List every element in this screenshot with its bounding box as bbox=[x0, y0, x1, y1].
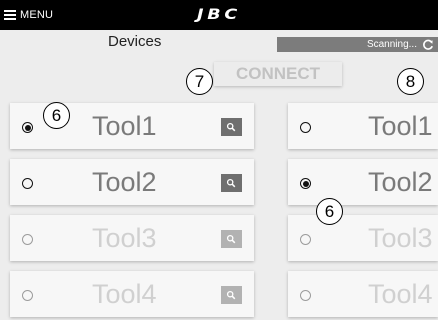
tool-name: Tool4 bbox=[368, 279, 433, 309]
tool-card-left-4[interactable]: Tool4 bbox=[10, 271, 254, 317]
tool-name: Tool3 bbox=[92, 223, 157, 253]
top-bar: MENU JBC bbox=[0, 0, 438, 30]
tool-card-right-1[interactable]: Tool1 bbox=[288, 103, 438, 149]
radio-button[interactable] bbox=[300, 122, 311, 133]
radio-button[interactable] bbox=[22, 290, 33, 301]
radio-button-selected[interactable] bbox=[300, 178, 311, 189]
tool-card-left-3[interactable]: Tool3 bbox=[10, 215, 254, 261]
search-icon bbox=[226, 290, 236, 300]
search-icon bbox=[226, 178, 236, 188]
tool-name: Tool1 bbox=[92, 111, 157, 141]
callout-number: 6 bbox=[316, 198, 343, 225]
scanning-status-text: Scanning... bbox=[366, 39, 417, 50]
connect-button[interactable]: CONNECT bbox=[214, 62, 342, 86]
tool-card-right-4[interactable]: Tool4 bbox=[288, 271, 438, 317]
tool-card-right-2[interactable]: Tool2 bbox=[288, 159, 438, 205]
tool-name: Tool2 bbox=[368, 167, 433, 197]
callout-number: 8 bbox=[397, 68, 424, 95]
search-button[interactable] bbox=[221, 118, 242, 136]
radio-button-selected[interactable] bbox=[22, 122, 33, 133]
search-button[interactable] bbox=[221, 174, 242, 192]
search-button[interactable] bbox=[221, 286, 242, 304]
jbc-logo: JBC bbox=[197, 7, 241, 23]
tool-name: Tool1 bbox=[368, 111, 433, 141]
tool-name: Tool2 bbox=[92, 167, 157, 197]
radio-button[interactable] bbox=[300, 290, 311, 301]
tool-name: Tool3 bbox=[368, 223, 433, 253]
tool-card-right-3[interactable]: Tool3 bbox=[288, 215, 438, 261]
search-icon bbox=[226, 122, 236, 132]
refresh-icon[interactable] bbox=[422, 39, 434, 51]
search-button[interactable] bbox=[221, 230, 242, 248]
devices-title: Devices bbox=[108, 33, 162, 50]
radio-button[interactable] bbox=[22, 178, 33, 189]
radio-button[interactable] bbox=[300, 234, 311, 245]
callout-number: 6 bbox=[43, 102, 70, 129]
tool-card-left-2[interactable]: Tool2 bbox=[10, 159, 254, 205]
callout-number: 7 bbox=[186, 68, 213, 95]
radio-button[interactable] bbox=[22, 234, 33, 245]
tool-name: Tool4 bbox=[92, 279, 157, 309]
search-icon bbox=[226, 234, 236, 244]
scanning-status-bar: Scanning... bbox=[277, 37, 438, 52]
